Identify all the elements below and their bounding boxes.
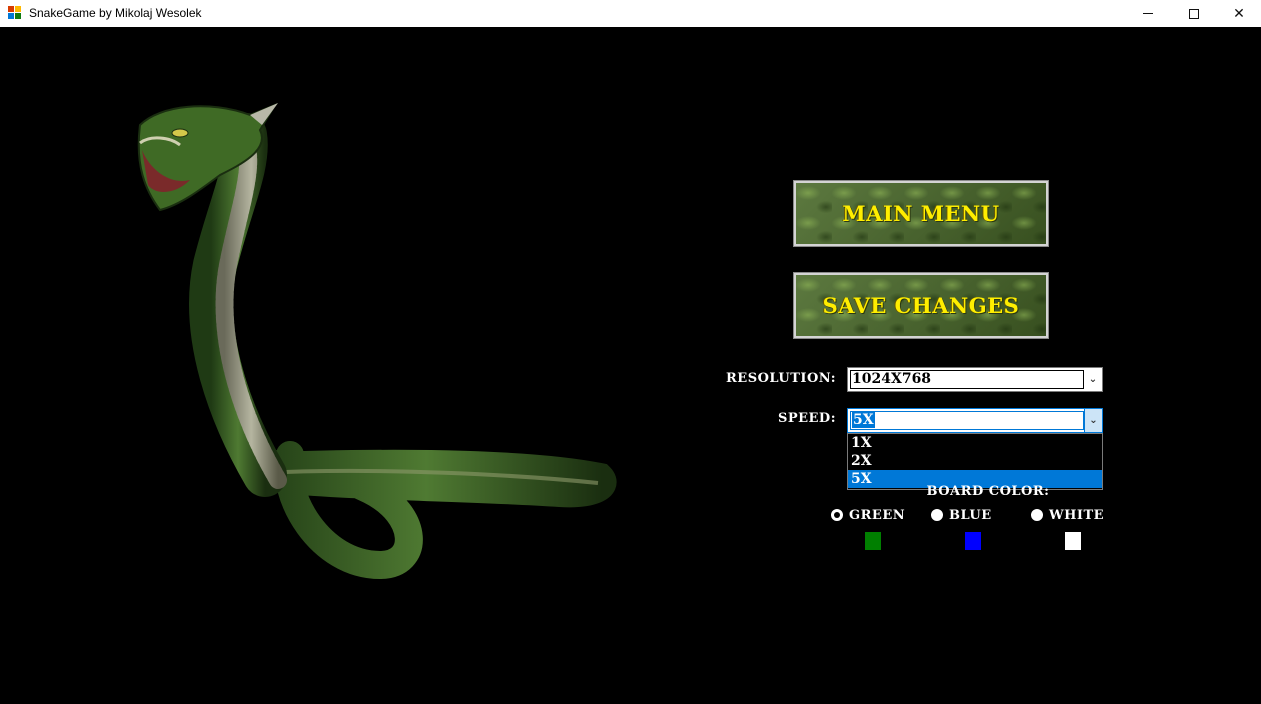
speed-dropdown-list: 1X 2X 5X (847, 433, 1103, 490)
radio-label-green: GREEN (849, 507, 906, 523)
speed-option-1x[interactable]: 1X (848, 434, 1102, 452)
color-swatch-green (865, 532, 881, 550)
radio-white[interactable]: WHITE (1031, 506, 1104, 524)
speed-select[interactable]: 5X ⌄ (847, 408, 1103, 433)
chevron-down-icon[interactable]: ⌄ (1084, 368, 1102, 391)
snake-illustration (137, 102, 617, 580)
close-icon: ✕ (1233, 5, 1245, 22)
close-button[interactable]: ✕ (1216, 0, 1261, 27)
maximize-button[interactable] (1171, 0, 1217, 27)
resolution-label: RESOLUTION: (726, 371, 836, 386)
app-icon (8, 6, 22, 20)
minimize-button[interactable] (1125, 0, 1171, 27)
window-title: SnakeGame by Mikolaj Wesolek (29, 6, 202, 20)
speed-label: SPEED: (777, 411, 836, 426)
maximize-icon (1189, 8, 1199, 19)
resolution-value: 1024X768 (850, 370, 1084, 389)
radio-blue[interactable]: BLUE (931, 506, 992, 524)
radio-green[interactable]: GREEN (831, 506, 905, 524)
chevron-down-icon[interactable]: ⌄ (1084, 409, 1102, 432)
board-color-label: BOARD COLOR: (926, 484, 1050, 499)
radio-label-blue: BLUE (949, 507, 992, 523)
resolution-select[interactable]: 1024X768 ⌄ (847, 367, 1103, 392)
color-swatch-white (1065, 532, 1081, 550)
radio-button[interactable] (1031, 509, 1043, 521)
speed-option-2x[interactable]: 2X (848, 452, 1102, 470)
title-bar: SnakeGame by Mikolaj Wesolek ✕ (0, 0, 1261, 27)
main-menu-button[interactable]: MAIN MENU (793, 180, 1049, 247)
radio-button[interactable] (931, 509, 943, 521)
speed-value: 5X (852, 412, 875, 428)
radio-button[interactable] (831, 509, 843, 521)
color-swatch-blue (965, 532, 981, 550)
minimize-icon (1143, 13, 1153, 14)
radio-label-white: WHITE (1049, 507, 1105, 523)
save-changes-button[interactable]: SAVE CHANGES (793, 272, 1049, 339)
